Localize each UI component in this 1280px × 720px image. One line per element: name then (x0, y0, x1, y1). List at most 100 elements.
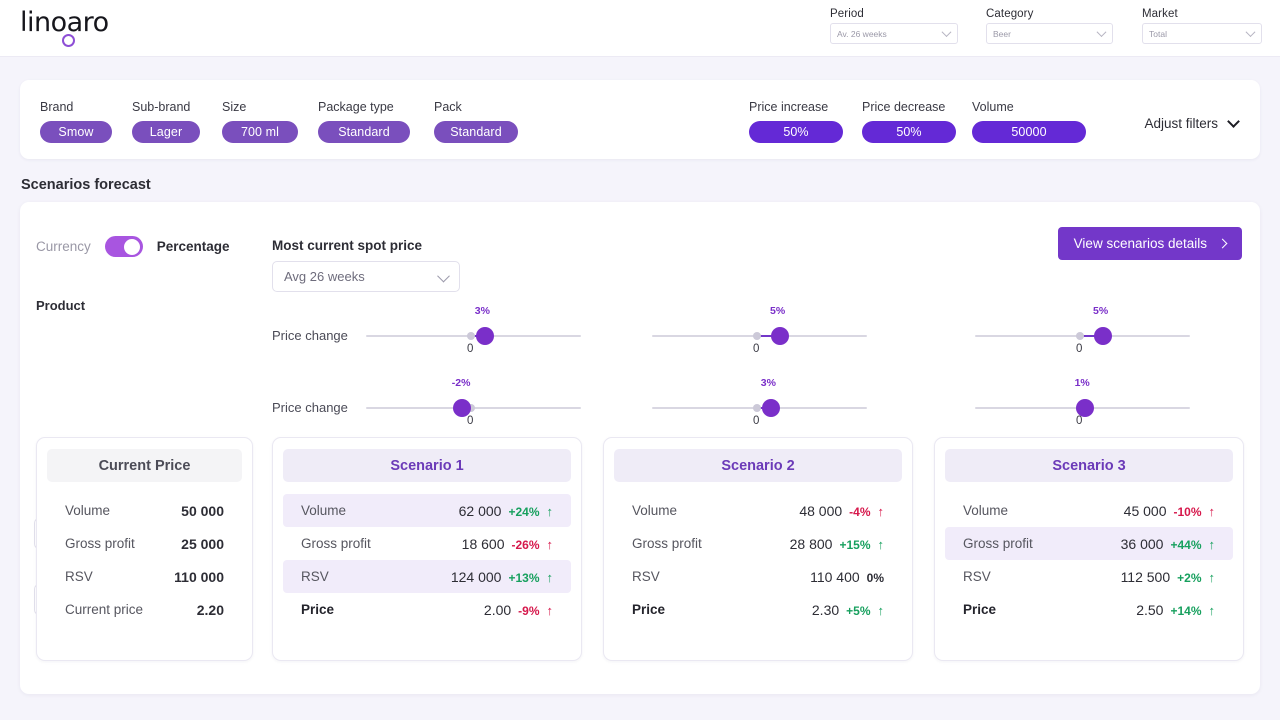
scenario-card-title-2: Scenario 2 (614, 449, 902, 482)
metric-value: 2.00 (483, 601, 512, 618)
slider-zero-label: 0 (1076, 343, 1083, 355)
filter-pill-0[interactable]: Smow (40, 121, 112, 143)
slider-percent-label: 1% (1074, 377, 1090, 389)
arrow-up-icon: ↑ (877, 536, 885, 552)
header-filter-select-period[interactable]: Av. 26 weeks (830, 23, 958, 44)
metric-delta-percent: -9% (518, 603, 540, 618)
metric-value: 2.30 (811, 601, 840, 618)
header-filter-select-market[interactable]: Total (1142, 23, 1262, 44)
scenario-card-0: Current Price Volume 50 000 Gross profit 25 … (36, 437, 253, 661)
metric-value: 48 000 (799, 502, 843, 519)
filter-pill-3[interactable]: Standard (318, 121, 410, 143)
metric-row: Volume 45 000 -10% ↑ (945, 494, 1233, 527)
metric-label: Volume (65, 503, 111, 518)
arrow-up-icon: ↑ (546, 569, 554, 585)
metric-value: 110 400 (810, 568, 860, 585)
slider-thumb[interactable] (771, 327, 789, 345)
chevron-right-icon (1217, 238, 1228, 249)
filter-label-3: Package type (318, 100, 394, 114)
adjust-filters-button[interactable]: Adjust filters (1144, 115, 1240, 131)
metric-row: RSV 112 500 +2% ↑ (945, 560, 1233, 593)
arrow-up-icon: ↑ (1208, 569, 1216, 585)
slider-percent-label: 3% (474, 305, 490, 317)
arrow-up-icon: ↑ (1208, 536, 1216, 552)
slider-thumb[interactable] (1094, 327, 1112, 345)
price-change-label-row-0: Price change (272, 328, 348, 343)
slider-zero-marker (753, 404, 761, 412)
price-change-slider-1-0[interactable]: -2% 0 (366, 377, 581, 427)
filter-group-sub-brand: Sub-brand Lager (132, 100, 200, 143)
metric-value: 18 600 (461, 535, 505, 552)
metric-row: Price 2.00 -9% ↑ (283, 593, 571, 626)
header-filter-select-category[interactable]: Beer (986, 23, 1113, 44)
arrow-up-icon: ↑ (546, 536, 554, 552)
filter-label-1: Sub-brand (132, 100, 191, 114)
metric-delta-percent: +13% (508, 570, 540, 585)
metric-value: 45 000 (1123, 502, 1167, 519)
metric-delta-percent: +24% (508, 504, 540, 519)
metric-row: Gross profit 25 000 (47, 527, 242, 560)
logo-text: linoaro (20, 7, 109, 38)
metric-label: Volume (963, 503, 1009, 518)
metric-value-group: 110 400 0% (810, 569, 884, 585)
metric-row: RSV 110 000 (47, 560, 242, 593)
scenario-card-1: Scenario 1 Volume 62 000 +24% ↑ Gross profit 1… (272, 437, 582, 661)
spot-price-field: Most current spot price Avg 26 weeks (272, 238, 460, 292)
metric-label: Gross profit (632, 536, 702, 551)
metric-value: 25 000 (181, 535, 224, 552)
metric-label: Volume (632, 503, 678, 518)
price-change-slider-0-1[interactable]: 5% 0 (652, 305, 867, 355)
product-label: Product (36, 298, 86, 313)
slider-zero-marker (753, 332, 761, 340)
filter-pill-1[interactable]: Lager (132, 121, 200, 143)
slider-thumb[interactable] (761, 399, 780, 417)
top-bar: linoaro Period Av. 26 weeks Category Beer Ma… (0, 0, 1280, 57)
metric-delta-percent: +2% (1177, 570, 1202, 585)
app-logo[interactable]: linoaro (20, 8, 150, 50)
currency-percentage-switch[interactable] (104, 236, 143, 257)
arrow-up-icon: ↑ (877, 602, 885, 618)
metric-value-group: 2.30 +5% ↑ (812, 602, 884, 618)
filter-pill-2[interactable]: 700 ml (222, 121, 298, 143)
metric-value-group: 112 500 +2% ↑ (1121, 569, 1215, 585)
metric-label: Current price (65, 602, 144, 617)
filter-pill-5[interactable]: 50% (749, 121, 843, 143)
slider-percent-label: 5% (1093, 305, 1109, 317)
filter-label-7: Volume (972, 100, 1014, 114)
metric-label: Gross profit (301, 536, 371, 551)
metric-row: Price 2.50 +14% ↑ (945, 593, 1233, 626)
view-scenarios-details-label: View scenarios details (1073, 236, 1207, 251)
scenario-card-title-3: Scenario 3 (945, 449, 1233, 482)
filter-bar: Brand Smow Sub-brand Lager Size 700 ml Package… (20, 80, 1260, 159)
arrow-up-icon: ↑ (1208, 503, 1216, 519)
metric-value-group: 25 000 (181, 536, 224, 552)
chevron-down-icon (1227, 115, 1240, 128)
scenario-card-3: Scenario 3 Volume 45 000 -10% ↑ Gross profit 3… (934, 437, 1244, 661)
spot-price-value: Avg 26 weeks (284, 269, 365, 284)
view-scenarios-details-button[interactable]: View scenarios details (1057, 227, 1242, 260)
metric-delta-percent: +15% (839, 537, 871, 552)
filter-label-5: Price increase (749, 100, 829, 114)
logo-circle-icon (62, 34, 75, 47)
filter-pill-4[interactable]: Standard (434, 121, 518, 143)
price-change-slider-0-2[interactable]: 5% 0 (975, 305, 1190, 355)
arrow-up-icon: ↑ (546, 602, 554, 618)
metric-value: 2.50 (1136, 601, 1164, 618)
filter-pill-7[interactable]: 50000 (972, 121, 1086, 143)
spot-price-select[interactable]: Avg 26 weeks (272, 261, 460, 292)
header-filter-value-category: Beer (993, 28, 1011, 39)
metric-row: RSV 124 000 +13% ↑ (283, 560, 571, 593)
metric-row: Gross profit 18 600 -26% ↑ (283, 527, 571, 560)
metric-label: RSV (632, 569, 660, 584)
adjust-filters-label: Adjust filters (1144, 116, 1218, 131)
slider-zero-marker (1076, 332, 1084, 340)
price-change-slider-0-0[interactable]: 3% 0 (366, 305, 581, 355)
arrow-up-icon: ↑ (1208, 602, 1216, 618)
slider-thumb[interactable] (475, 327, 494, 345)
metric-delta-percent: -10% (1173, 504, 1202, 519)
price-change-slider-1-2[interactable]: 1% 0 (975, 377, 1190, 427)
price-change-slider-1-1[interactable]: 3% 0 (652, 377, 867, 427)
metric-value: 62 000 (458, 502, 502, 519)
filter-pill-6[interactable]: 50% (862, 121, 956, 143)
filter-label-4: Pack (434, 100, 462, 114)
